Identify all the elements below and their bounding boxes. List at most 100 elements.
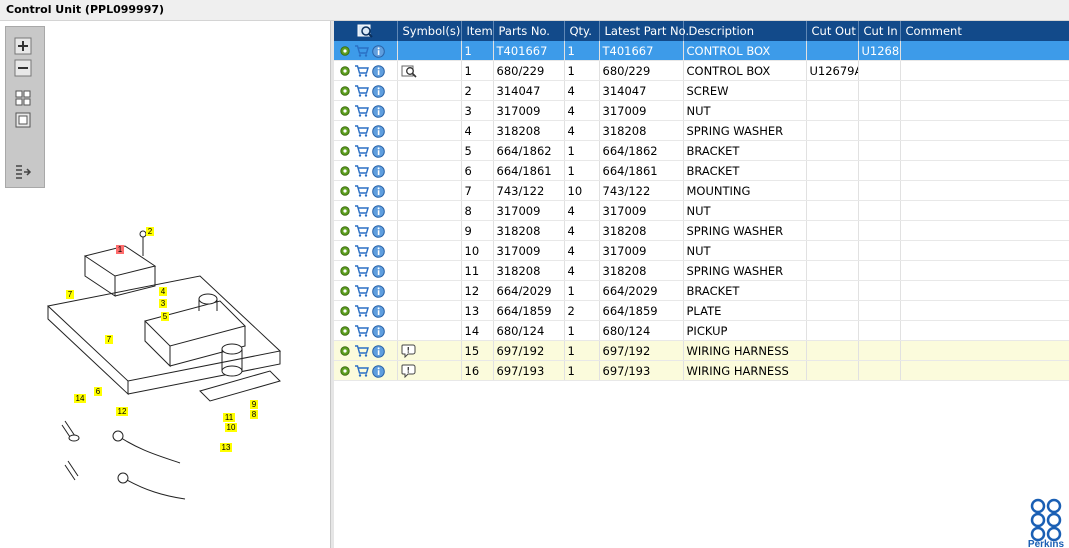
info-icon[interactable] [372,204,385,218]
table-row[interactable]: 4 318208 4 318208 SPRING WASHER [334,120,1069,141]
cart-icon[interactable] [354,285,369,297]
row-actions [334,260,398,281]
info-icon[interactable] [372,144,385,158]
table-row[interactable]: 14 680/124 1 680/124 PICKUP [334,320,1069,341]
info-icon[interactable] [372,304,385,318]
row-actions [334,240,398,261]
fit-all-icon[interactable] [14,89,32,107]
table-row[interactable]: 11 318208 4 318208 SPRING WASHER [334,260,1069,281]
gear-icon[interactable] [339,345,351,357]
cart-icon[interactable] [354,125,369,137]
info-icon[interactable] [372,184,385,198]
cart-icon[interactable] [354,85,369,97]
info-icon[interactable] [372,264,385,278]
export-icon[interactable] [14,163,32,181]
table-row[interactable]: 16 697/193 1 697/193 WIRING HARNESS [334,360,1069,381]
gear-icon[interactable] [339,125,351,137]
table-row[interactable]: 6 664/1861 1 664/1861 BRACKET [334,160,1069,181]
cart-icon[interactable] [354,145,369,157]
info-icon[interactable] [372,244,385,258]
table-row[interactable]: 1T4016671T401667CONTROL BOXU12680 [334,41,1069,61]
gear-icon[interactable] [339,65,351,77]
column-header-qty[interactable]: Qty. [564,21,600,41]
cart-icon[interactable] [354,265,369,277]
column-header-item[interactable]: Item [461,21,494,41]
cart-icon[interactable] [354,185,369,197]
column-header-cut-out[interactable]: Cut Out [806,21,859,41]
cell-description: NUT [683,200,807,221]
cart-icon[interactable] [354,365,369,377]
table-row[interactable]: 12 664/2029 1 664/2029 BRACKET [334,280,1069,301]
gear-icon[interactable] [339,85,351,97]
illustration-pane[interactable]: 1 2 3 4 5 6 7 7 8 9 10 11 12 13 14 [0,21,331,548]
info-icon[interactable] [372,124,385,138]
cell-cut-in [858,180,901,201]
column-header-latest-part-no[interactable]: Latest Part No. [599,21,689,41]
note-icon[interactable] [401,364,416,378]
table-row[interactable]: 2 314047 4 314047 SCREW [334,80,1069,101]
gear-icon[interactable] [339,185,351,197]
zoom-in-icon[interactable] [14,37,32,55]
info-icon[interactable] [372,84,385,98]
zoom-out-icon[interactable] [14,59,32,77]
cart-icon[interactable] [354,105,369,117]
gear-icon[interactable] [339,145,351,157]
parts-diagram[interactable]: 1 2 3 4 5 6 7 7 8 9 10 11 12 13 14 [30,201,320,501]
callout-11-label: 11 [225,413,234,422]
gear-icon[interactable] [339,285,351,297]
info-icon[interactable] [372,284,385,298]
gear-icon[interactable] [339,305,351,317]
info-icon[interactable] [372,324,385,338]
info-icon[interactable] [372,364,385,378]
table-row[interactable]: 13 664/1859 2 664/1859 PLATE [334,300,1069,321]
gear-icon[interactable] [339,265,351,277]
cell-cut-out [806,240,859,261]
cart-icon[interactable] [354,225,369,237]
table-row[interactable]: 1 680/229 1 680/229 CONTROL BOX U12679A [334,60,1069,81]
cart-icon[interactable] [354,325,369,337]
table-row[interactable]: 5 664/1862 1 664/1862 BRACKET [334,140,1069,161]
callout-8-label: 8 [252,410,257,419]
cart-icon[interactable] [354,245,369,257]
column-header-comment[interactable]: Comment [900,21,1069,41]
info-icon[interactable] [372,344,385,358]
gear-icon[interactable] [339,365,351,377]
column-header-cut-in[interactable]: Cut In [858,21,901,41]
table-row[interactable]: 7 743/122 10 743/122 MOUNTING [334,180,1069,201]
info-icon[interactable] [372,64,385,78]
cell-symbols [397,300,462,321]
gear-icon[interactable] [339,325,351,337]
table-row[interactable]: 9 318208 4 318208 SPRING WASHER [334,220,1069,241]
cell-cut-in [858,280,901,301]
column-header-symbols[interactable]: Symbol(s) [397,21,462,41]
info-icon[interactable] [372,44,385,58]
note-icon[interactable] [401,344,416,358]
lookup-icon[interactable] [401,64,418,78]
gear-icon[interactable] [339,205,351,217]
cart-icon[interactable] [354,165,369,177]
gear-icon[interactable] [339,225,351,237]
table-row[interactable]: 3 317009 4 317009 NUT [334,100,1069,121]
table-row[interactable]: 8 317009 4 317009 NUT [334,200,1069,221]
cart-icon[interactable] [354,305,369,317]
info-icon[interactable] [372,224,385,238]
cart-icon[interactable] [354,65,369,77]
column-header-parts-no[interactable]: Parts No. [493,21,565,41]
cart-icon[interactable] [354,45,369,57]
info-icon[interactable] [372,164,385,178]
info-icon[interactable] [372,104,385,118]
gear-icon[interactable] [339,45,351,57]
gear-icon[interactable] [339,105,351,117]
cell-latest-part-no: 317009 [599,200,684,221]
table-row[interactable]: 10 317009 4 317009 NUT [334,240,1069,261]
table-row[interactable]: 15 697/192 1 697/192 WIRING HARNESS [334,340,1069,361]
cart-icon[interactable] [354,345,369,357]
cell-comment [900,41,1069,61]
cart-icon[interactable] [354,205,369,217]
gear-icon[interactable] [339,245,351,257]
column-header-description[interactable]: Description [683,21,807,41]
find-in-diagram-icon[interactable] [357,23,373,39]
gear-icon[interactable] [339,165,351,177]
column-header-actions[interactable] [334,21,398,41]
fit-page-icon[interactable] [14,111,32,129]
